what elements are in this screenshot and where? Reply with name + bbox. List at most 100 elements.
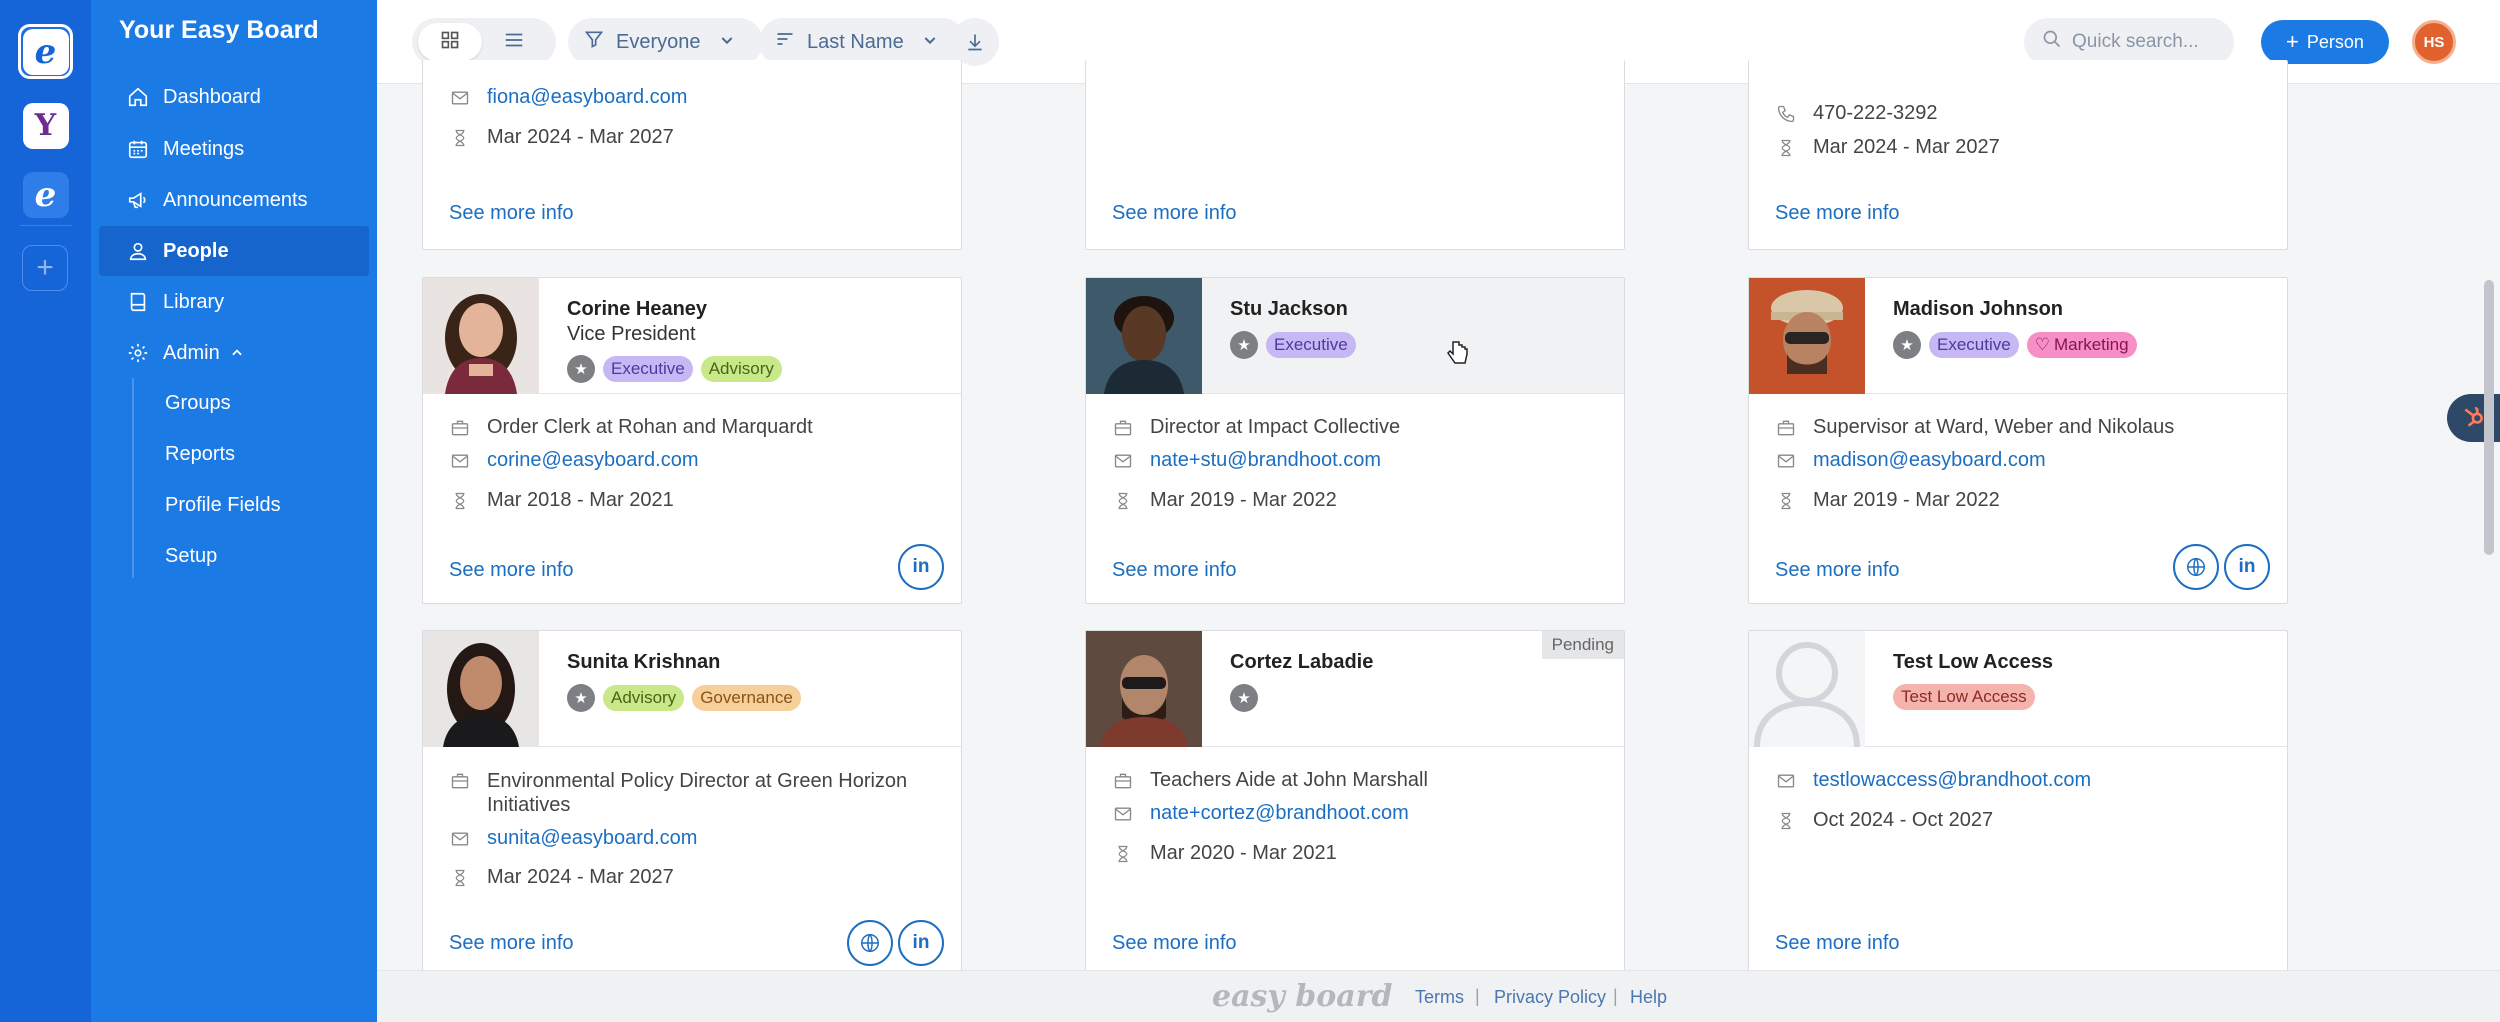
- hourglass-icon: [1112, 490, 1134, 512]
- sidebar-item-library[interactable]: Library: [99, 277, 369, 327]
- linkedin-icon[interactable]: in: [898, 544, 944, 590]
- brand-title: Your Easy Board: [119, 16, 319, 44]
- person-card: See more info: [1085, 60, 1625, 250]
- calendar-icon: [127, 138, 149, 160]
- see-more-link[interactable]: See more info: [1112, 202, 1237, 225]
- email-row[interactable]: madison@easyboard.com: [1775, 449, 2046, 472]
- card-header[interactable]: Cortez Labadie ★ Pending: [1086, 631, 1624, 747]
- email-row[interactable]: nate+cortez@brandhoot.com: [1112, 802, 1409, 825]
- term: Mar 2018 - Mar 2021: [487, 489, 674, 511]
- sidebar-item-groups[interactable]: Groups: [165, 392, 231, 415]
- see-more-link[interactable]: See more info: [1775, 202, 1900, 225]
- sidebar-item-meetings[interactable]: Meetings: [99, 124, 369, 174]
- briefcase-icon: [449, 770, 471, 792]
- see-more-link[interactable]: See more info: [1112, 932, 1237, 955]
- card-header[interactable]: Madison Johnson ★ Executive ♡ Marketing: [1749, 278, 2287, 394]
- term-row: Mar 2024 - Mar 2027: [449, 126, 674, 149]
- sidebar-item-reports[interactable]: Reports: [165, 443, 235, 466]
- job-row: Teachers Aide at John Marshall: [1112, 769, 1428, 792]
- sidebar-item-admin[interactable]: Admin: [99, 328, 369, 378]
- email-row[interactable]: nate+stu@brandhoot.com: [1112, 449, 1381, 472]
- email-row[interactable]: testlowaccess@brandhoot.com: [1775, 769, 2091, 792]
- job-row: Director at Impact Collective: [1112, 416, 1400, 439]
- home-icon: [127, 86, 149, 108]
- sort-value: Last Name: [807, 30, 904, 53]
- person-name[interactable]: Stu Jackson: [1230, 298, 1348, 321]
- avatar: [423, 631, 539, 747]
- mail-icon: [1775, 450, 1797, 472]
- email-row[interactable]: corine@easyboard.com: [449, 449, 699, 472]
- download-button[interactable]: [951, 18, 999, 66]
- globe-icon[interactable]: [847, 920, 893, 966]
- sidebar-item-setup[interactable]: Setup: [165, 545, 217, 568]
- star-icon[interactable]: ★: [567, 355, 595, 383]
- see-more-link[interactable]: See more info: [449, 559, 574, 582]
- user-avatar[interactable]: HS: [2412, 20, 2456, 64]
- list-view-button[interactable]: [482, 23, 546, 61]
- person-name[interactable]: Test Low Access: [1893, 651, 2053, 674]
- see-more-link[interactable]: See more info: [1775, 932, 1900, 955]
- heart-icon: ♡: [2034, 335, 2050, 354]
- email-row[interactable]: fiona@easyboard.com: [449, 86, 687, 109]
- see-more-link[interactable]: See more info: [1775, 559, 1900, 582]
- terms-link[interactable]: Terms: [1415, 987, 1464, 1008]
- hourglass-icon: [1112, 843, 1134, 865]
- card-header[interactable]: Corine Heaney Vice President ★ Executive…: [423, 278, 961, 394]
- sidebar-item-profile-fields[interactable]: Profile Fields: [165, 494, 281, 517]
- sidebar-item-label: Admin: [163, 341, 220, 364]
- card-header[interactable]: Test Low Access Test Low Access: [1749, 631, 2287, 747]
- see-more-link[interactable]: See more info: [1112, 559, 1237, 582]
- search-placeholder: Quick search...: [2072, 31, 2199, 52]
- globe-icon[interactable]: [2173, 544, 2219, 590]
- help-link[interactable]: Help: [1630, 987, 1667, 1008]
- megaphone-icon: [127, 189, 149, 211]
- tag-executive: Executive: [603, 356, 693, 382]
- tag-executive: Executive: [1266, 332, 1356, 358]
- filter-dropdown[interactable]: Everyone: [568, 18, 763, 66]
- gear-icon: [127, 342, 149, 364]
- sidebar-item-label: Library: [163, 290, 225, 313]
- star-icon[interactable]: ★: [567, 684, 595, 712]
- person-name[interactable]: Madison Johnson: [1893, 298, 2063, 321]
- job-line-1: Environmental Policy Director at Green H…: [487, 770, 908, 792]
- star-icon[interactable]: ★: [1230, 684, 1258, 712]
- sidebar-item-dashboard[interactable]: Dashboard: [99, 72, 369, 122]
- privacy-link[interactable]: Privacy Policy: [1494, 987, 1606, 1008]
- hubspot-icon: [2461, 403, 2487, 434]
- person-card: Madison Johnson ★ Executive ♡ Marketing S…: [1748, 277, 2288, 604]
- sidebar-item-announcements[interactable]: Announcements: [99, 175, 369, 225]
- app-switch-easyboard-2[interactable]: e: [18, 167, 73, 222]
- avatar: [1086, 631, 1202, 747]
- star-icon[interactable]: ★: [1230, 331, 1258, 359]
- phone: 470-222-3292: [1813, 102, 1938, 124]
- card-header[interactable]: Stu Jackson ★ Executive: [1086, 278, 1624, 394]
- email-row[interactable]: sunita@easyboard.com: [449, 827, 697, 850]
- add-app-button[interactable]: +: [22, 245, 68, 291]
- mail-icon: [1112, 803, 1134, 825]
- avatar: [1086, 278, 1202, 394]
- scrollbar[interactable]: [2484, 280, 2494, 555]
- star-icon[interactable]: ★: [1893, 331, 1921, 359]
- person-title: Vice President: [567, 323, 696, 345]
- person-name[interactable]: Corine Heaney: [567, 298, 707, 321]
- person-card: Test Low Access Test Low Access testlowa…: [1748, 630, 2288, 975]
- sidebar-item-people[interactable]: People: [99, 226, 369, 276]
- linkedin-icon[interactable]: in: [2224, 544, 2270, 590]
- person-card: Stu Jackson ★ Executive Director at Impa…: [1085, 277, 1625, 604]
- add-person-button[interactable]: + Person: [2261, 20, 2389, 64]
- see-more-link[interactable]: See more info: [449, 202, 574, 225]
- person-name[interactable]: Cortez Labadie: [1230, 651, 1373, 674]
- tag-advisory: Advisory: [603, 685, 685, 711]
- sort-dropdown[interactable]: Last Name: [759, 18, 966, 66]
- person-name[interactable]: Sunita Krishnan: [567, 651, 720, 674]
- grid-icon: [440, 30, 460, 55]
- card-header[interactable]: Sunita Krishnan ★ Advisory Governance: [423, 631, 961, 747]
- tag-test-low-access: Test Low Access: [1893, 684, 2035, 710]
- grid-view-button[interactable]: [418, 23, 482, 61]
- job-line-2: Initiatives: [487, 794, 571, 816]
- app-switch-easyboard[interactable]: e: [18, 24, 73, 79]
- see-more-link[interactable]: See more info: [449, 932, 574, 955]
- app-switch-ymca[interactable]: Y: [18, 98, 73, 153]
- search-input[interactable]: Quick search...: [2024, 18, 2234, 66]
- linkedin-icon[interactable]: in: [898, 920, 944, 966]
